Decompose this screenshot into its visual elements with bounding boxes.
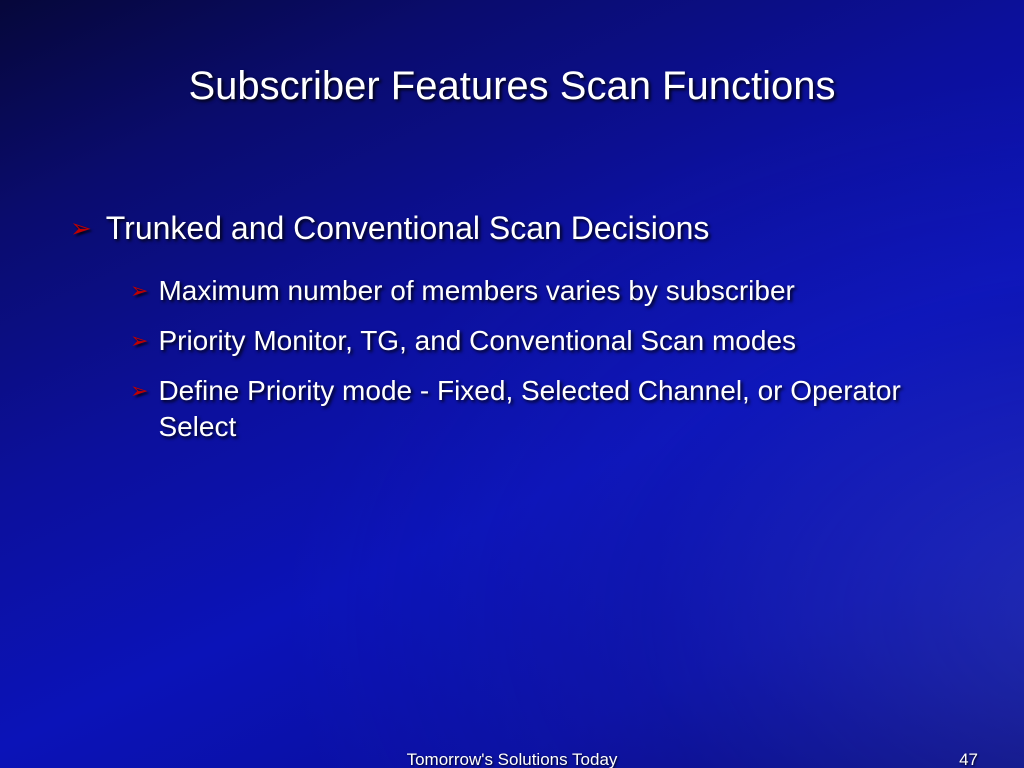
- bullet-level2: ➢ Define Priority mode - Fixed, Selected…: [130, 373, 954, 445]
- bullet-level2-text: Priority Monitor, TG, and Conventional S…: [158, 323, 796, 359]
- bullet-level2: ➢ Maximum number of members varies by su…: [130, 273, 954, 309]
- arrow-icon: ➢: [130, 373, 148, 445]
- footer-text: Tomorrow's Solutions Today: [0, 750, 1024, 768]
- arrow-icon: ➢: [130, 323, 148, 359]
- arrow-icon: ➢: [70, 209, 92, 247]
- bullet-level2-text: Maximum number of members varies by subs…: [158, 273, 794, 309]
- bullet-level1-text: Trunked and Conventional Scan Decisions: [106, 209, 710, 247]
- arrow-icon: ➢: [130, 273, 148, 309]
- bullet-level2: ➢ Priority Monitor, TG, and Conventional…: [130, 323, 954, 359]
- slide: Subscriber Features Scan Functions ➢ Tru…: [0, 0, 1024, 768]
- bullet-level1: ➢ Trunked and Conventional Scan Decision…: [70, 209, 954, 247]
- slide-content: ➢ Trunked and Conventional Scan Decision…: [70, 209, 954, 445]
- page-number: 47: [959, 750, 978, 768]
- bullet-level2-text: Define Priority mode - Fixed, Selected C…: [158, 373, 948, 445]
- slide-title: Subscriber Features Scan Functions: [70, 64, 954, 109]
